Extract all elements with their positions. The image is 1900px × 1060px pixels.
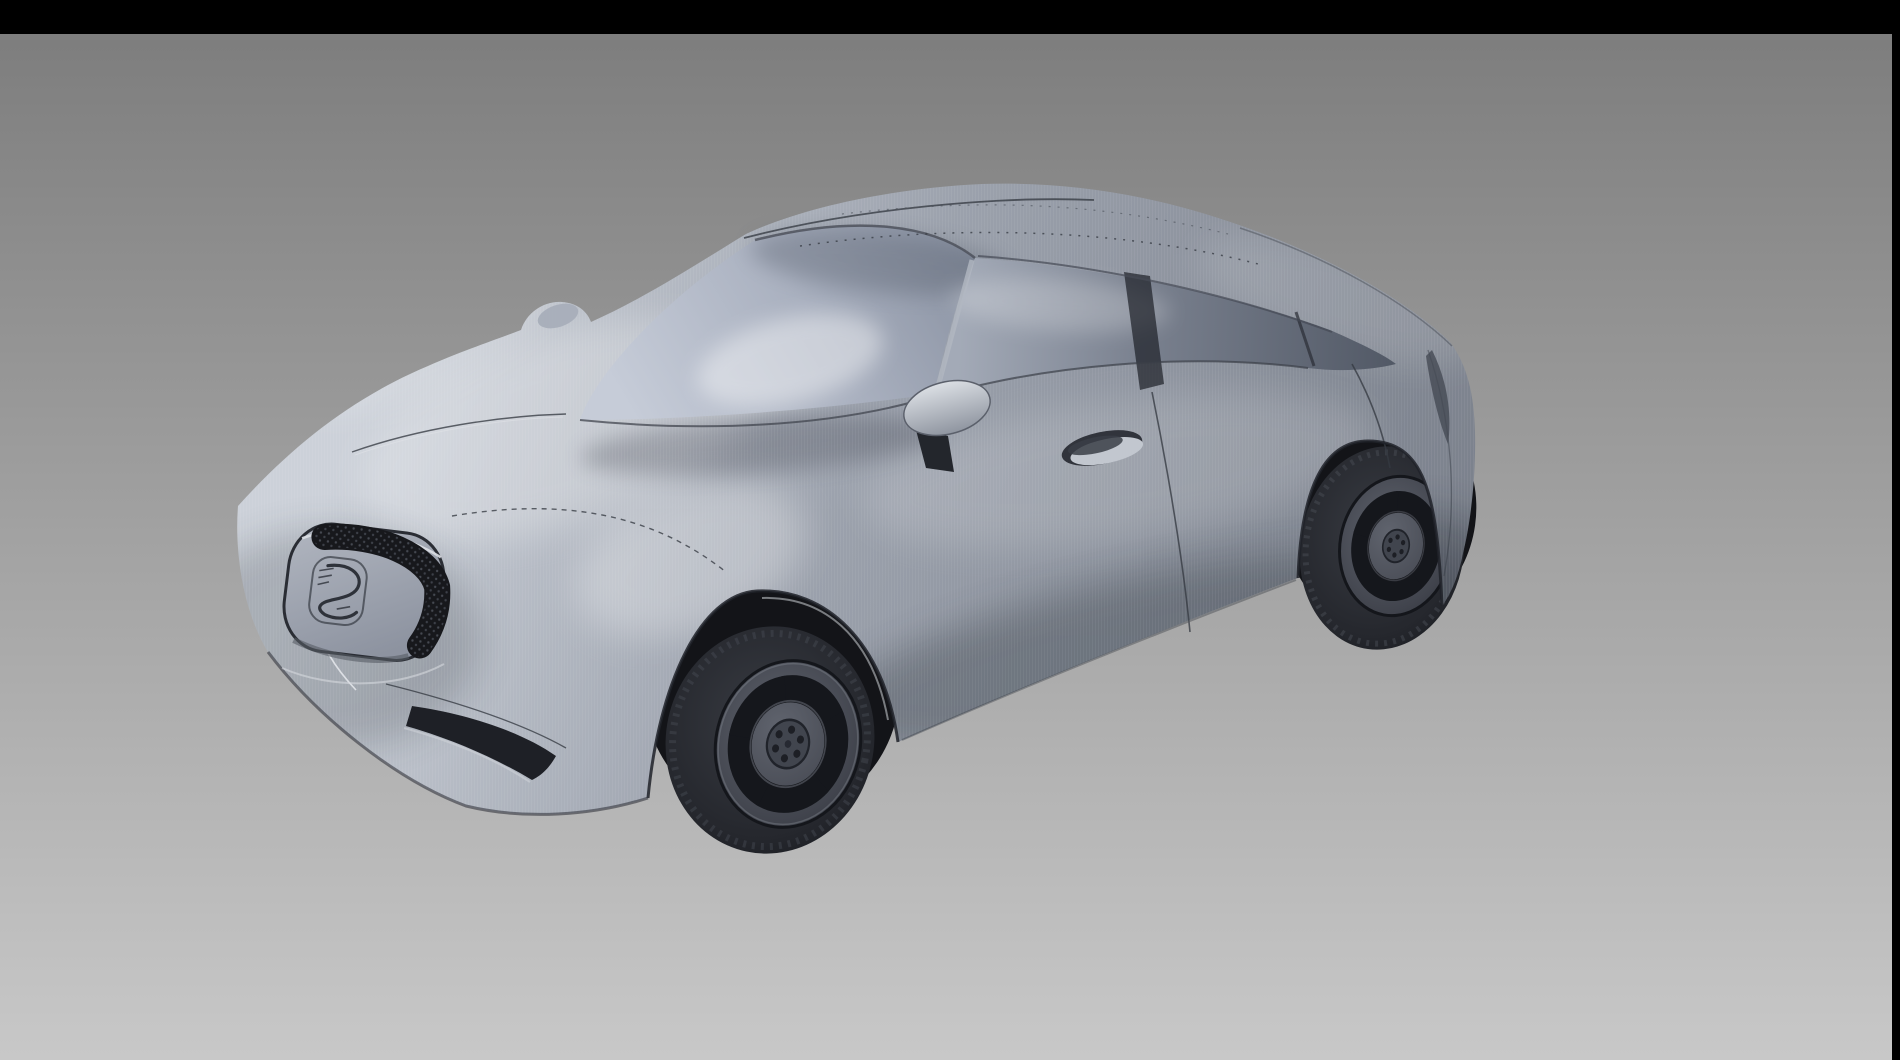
3d-viewport-canvas[interactable] — [0, 0, 1900, 1060]
application-window — [0, 0, 1900, 1060]
front-grille — [278, 519, 449, 668]
right-frame-bar — [1892, 0, 1900, 1060]
top-frame-bar — [0, 0, 1900, 34]
